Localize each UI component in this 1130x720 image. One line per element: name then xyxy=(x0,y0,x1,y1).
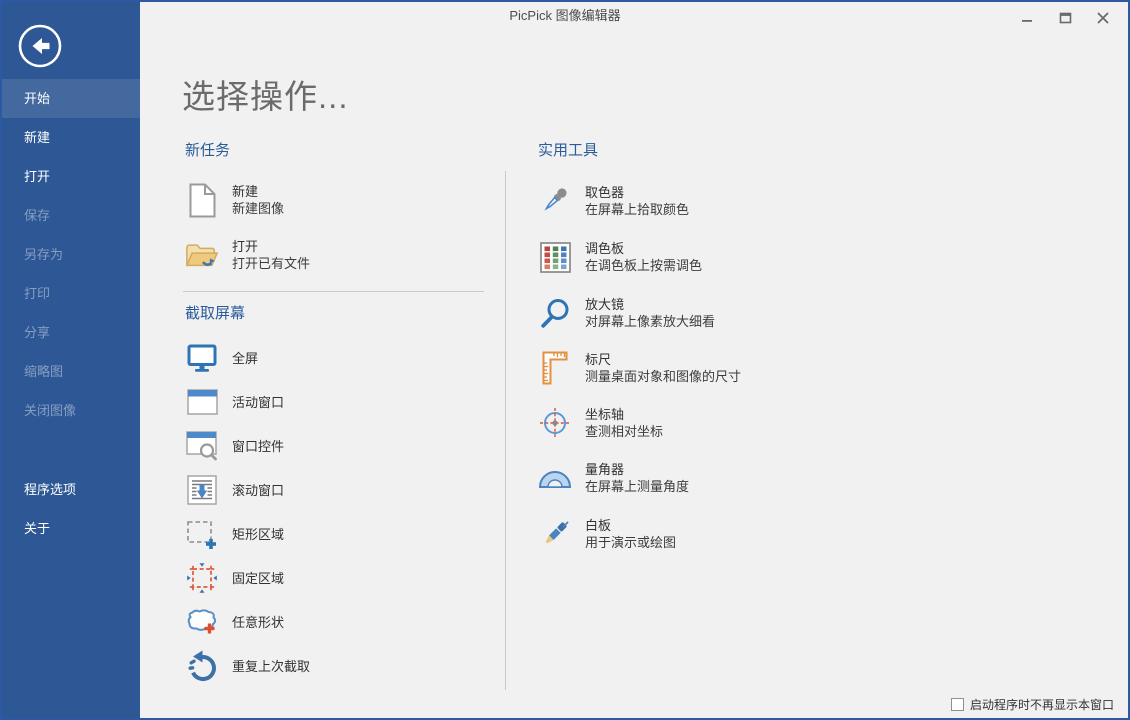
window-title: PicPick 图像编辑器 xyxy=(0,0,1130,32)
dont-show-again-checkbox[interactable] xyxy=(951,698,964,711)
close-icon xyxy=(1097,12,1109,24)
action-item-new[interactable]: 新建 新建图像 xyxy=(185,176,284,224)
ruler-icon xyxy=(538,351,572,385)
color-picker-icon xyxy=(538,185,572,217)
action-item-color-picker[interactable]: 取色器 在屏幕上拾取颜色 xyxy=(538,176,689,226)
minimize-button[interactable] xyxy=(1012,7,1042,29)
action-item-color-palette[interactable]: 调色板 在调色板上按需调色 xyxy=(538,232,702,282)
action-item-magnifier[interactable]: 放大镜 对屏幕上像素放大细看 xyxy=(538,288,715,338)
freehand-icon xyxy=(185,608,219,636)
magnifier-icon xyxy=(538,298,572,329)
back-button[interactable] xyxy=(17,23,63,69)
action-item-repeat-capture[interactable]: 重复上次截取 xyxy=(185,644,310,688)
item-desc: 测量桌面对象和图像的尺寸 xyxy=(585,368,741,385)
section-title-screen-capture: 截取屏幕 xyxy=(185,302,245,323)
item-label: 活动窗口 xyxy=(232,394,284,411)
sidebar-item-save[interactable]: 保存 xyxy=(0,196,140,235)
item-desc: 在调色板上按需调色 xyxy=(585,257,702,274)
close-button[interactable] xyxy=(1088,7,1118,29)
item-desc: 查测相对坐标 xyxy=(585,423,663,440)
new-document-icon xyxy=(185,183,219,218)
backstage-sidebar: 开始 新建 打开 保存 另存为 打印 分享 缩略图 关闭图像 程序选项 关于 xyxy=(0,0,140,720)
item-desc: 对屏幕上像素放大细看 xyxy=(585,313,715,330)
active-window-icon xyxy=(185,389,219,415)
item-label: 任意形状 xyxy=(232,614,284,631)
scrolling-window-icon xyxy=(185,475,219,505)
picpick-window: PicPick 图像编辑器 开始 新建 打开 保存 另存为 打印 分享 缩略图 xyxy=(0,0,1130,720)
sidebar-item-print[interactable]: 打印 xyxy=(0,274,140,313)
protractor-icon xyxy=(538,468,572,489)
action-item-window-control[interactable]: 窗口控件 xyxy=(185,424,284,468)
back-arrow-icon xyxy=(17,23,63,69)
sidebar-footer-nav: 程序选项 关于 xyxy=(0,470,140,548)
window-controls xyxy=(1012,7,1118,29)
action-item-rectangle-region[interactable]: 矩形区域 xyxy=(185,512,284,556)
sidebar-item-new[interactable]: 新建 xyxy=(0,118,140,157)
column-divider xyxy=(505,171,506,690)
sidebar-item-options[interactable]: 程序选项 xyxy=(0,470,140,509)
section-divider xyxy=(183,291,484,292)
action-item-ruler[interactable]: 标尺 测量桌面对象和图像的尺寸 xyxy=(538,343,741,393)
action-item-open[interactable]: 打开 打开已有文件 xyxy=(185,231,310,279)
open-folder-icon xyxy=(185,241,219,270)
fixed-region-icon xyxy=(185,562,219,594)
sidebar-item-about[interactable]: 关于 xyxy=(0,509,140,548)
item-desc: 新建图像 xyxy=(232,200,284,217)
item-label: 固定区域 xyxy=(232,570,284,587)
action-item-fullscreen[interactable]: 全屏 xyxy=(185,336,258,380)
action-item-protractor[interactable]: 量角器 在屏幕上测量角度 xyxy=(538,453,689,503)
item-desc: 在屏幕上拾取颜色 xyxy=(585,201,689,218)
sidebar-item-save-as[interactable]: 另存为 xyxy=(0,235,140,274)
sidebar-item-close-image[interactable]: 关闭图像 xyxy=(0,391,140,430)
item-desc: 用于演示或绘图 xyxy=(585,534,676,551)
whiteboard-icon xyxy=(538,518,572,550)
sidebar-item-thumbnail[interactable]: 缩略图 xyxy=(0,352,140,391)
item-desc: 在屏幕上测量角度 xyxy=(585,478,689,495)
color-palette-icon xyxy=(538,242,572,273)
repeat-capture-icon xyxy=(185,650,219,682)
action-item-active-window[interactable]: 活动窗口 xyxy=(185,380,284,424)
item-label: 全屏 xyxy=(232,350,258,367)
dont-show-again-row[interactable]: 启动程序时不再显示本窗口 xyxy=(951,696,1114,713)
item-label: 打开 xyxy=(232,238,310,255)
page-title: 选择操作... xyxy=(182,70,349,118)
action-item-freehand[interactable]: 任意形状 xyxy=(185,600,284,644)
sidebar-nav: 开始 新建 打开 保存 另存为 打印 分享 缩略图 关闭图像 xyxy=(0,79,140,430)
item-label: 量角器 xyxy=(585,461,689,478)
backstage-main: 选择操作... 新任务 截取屏幕 实用工具 新建 新建图像 xyxy=(140,0,1130,720)
item-label: 新建 xyxy=(232,183,284,200)
action-item-whiteboard[interactable]: 白板 用于演示或绘图 xyxy=(538,509,676,559)
item-label: 白板 xyxy=(585,517,676,534)
action-item-fixed-region[interactable]: 固定区域 xyxy=(185,556,284,600)
minimize-icon xyxy=(1021,12,1033,24)
item-label: 矩形区域 xyxy=(232,526,284,543)
fullscreen-icon xyxy=(185,344,219,373)
item-label: 取色器 xyxy=(585,184,689,201)
item-label: 标尺 xyxy=(585,351,741,368)
dont-show-again-label: 启动程序时不再显示本窗口 xyxy=(970,696,1114,713)
rectangle-region-icon xyxy=(185,518,219,550)
item-desc: 打开已有文件 xyxy=(232,255,310,272)
action-item-scrolling-window[interactable]: 滚动窗口 xyxy=(185,468,284,512)
maximize-button[interactable] xyxy=(1050,7,1080,29)
item-label: 放大镜 xyxy=(585,296,715,313)
item-label: 重复上次截取 xyxy=(232,658,310,675)
item-label: 窗口控件 xyxy=(232,438,284,455)
sidebar-item-share[interactable]: 分享 xyxy=(0,313,140,352)
item-label: 坐标轴 xyxy=(585,406,663,423)
maximize-icon xyxy=(1059,12,1072,24)
section-title-new-tasks: 新任务 xyxy=(185,139,230,160)
action-item-crosshair[interactable]: 坐标轴 查测相对坐标 xyxy=(538,398,663,448)
section-title-tools: 实用工具 xyxy=(538,139,598,160)
sidebar-item-home[interactable]: 开始 xyxy=(0,79,140,118)
item-label: 滚动窗口 xyxy=(232,482,284,499)
item-label: 调色板 xyxy=(585,240,702,257)
sidebar-item-open[interactable]: 打开 xyxy=(0,157,140,196)
crosshair-icon xyxy=(538,407,572,439)
window-control-icon xyxy=(185,431,219,462)
